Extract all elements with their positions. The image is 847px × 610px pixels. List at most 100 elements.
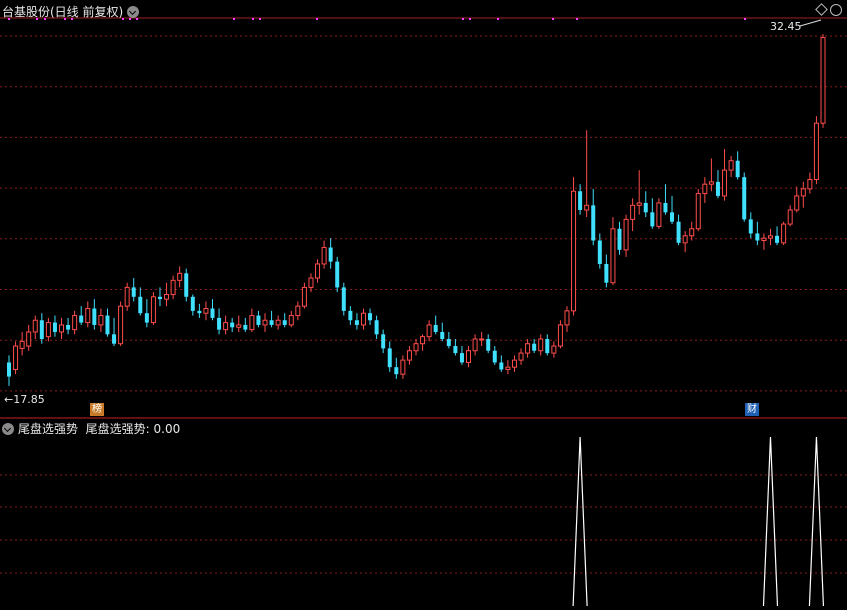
stock-title: 台基股份(日线 前复权) xyxy=(2,3,140,20)
candle-body xyxy=(715,181,720,196)
signal-marker xyxy=(462,18,464,20)
candle-body xyxy=(722,169,728,197)
badge-bang[interactable]: 榜 xyxy=(90,403,104,416)
candle-body xyxy=(807,179,813,190)
candle-body xyxy=(32,319,38,333)
candle-body xyxy=(275,319,281,326)
candle-body xyxy=(348,310,353,321)
candle-body xyxy=(597,240,602,264)
low-price-label: ←17.85 xyxy=(4,393,45,406)
candle-body xyxy=(354,320,359,325)
candle-body xyxy=(617,228,622,250)
candle-body xyxy=(7,362,11,377)
candle-body xyxy=(591,205,596,241)
candle-body xyxy=(236,324,242,328)
candle-body xyxy=(578,191,583,210)
candle-body xyxy=(387,348,392,368)
candle-body xyxy=(360,312,366,326)
candle-body xyxy=(413,343,419,352)
signal-marker xyxy=(744,18,746,20)
candle-body xyxy=(131,287,136,297)
candle-body xyxy=(92,308,97,325)
candle-body xyxy=(52,322,57,332)
candle-body xyxy=(479,338,485,341)
candle-body xyxy=(59,324,65,333)
candle-body xyxy=(85,308,91,324)
candle-body xyxy=(223,322,229,331)
candle-body xyxy=(656,202,662,227)
candle-body xyxy=(610,228,616,284)
candle-body xyxy=(511,359,517,368)
candle-body xyxy=(505,366,511,371)
candle-body xyxy=(820,37,826,124)
candle-body xyxy=(190,296,195,311)
candle-body xyxy=(170,279,176,295)
candle-body xyxy=(144,313,149,323)
candle-body xyxy=(341,287,346,311)
candle-body xyxy=(459,353,464,363)
candle-body xyxy=(217,317,222,330)
candle-body xyxy=(551,345,557,354)
candle-body xyxy=(775,235,780,243)
candle-body xyxy=(689,228,695,237)
signal-marker xyxy=(252,18,254,20)
chevron-down-icon[interactable] xyxy=(127,6,140,18)
candle-body xyxy=(800,188,806,197)
candle-body xyxy=(794,195,800,211)
candle-body xyxy=(682,235,688,244)
candle-body xyxy=(728,160,734,171)
indicator-name: 尾盘选强势 xyxy=(18,422,79,436)
candle-body xyxy=(164,293,170,300)
candle-body xyxy=(767,235,773,239)
candle-body xyxy=(256,315,261,325)
candle-body xyxy=(708,181,714,185)
signal-marker xyxy=(233,18,235,20)
candle-body xyxy=(636,202,642,206)
candle-body xyxy=(374,320,379,335)
candle-body xyxy=(295,305,301,317)
candle-body xyxy=(755,233,760,241)
candle-body xyxy=(571,190,577,312)
candle-body xyxy=(532,343,537,351)
candle-body xyxy=(39,320,44,340)
candle-body xyxy=(472,338,478,352)
candle-body xyxy=(492,350,497,363)
candle-body xyxy=(406,350,412,361)
candle-body xyxy=(466,350,472,363)
candle-body xyxy=(282,320,287,325)
signal-marker xyxy=(497,18,499,20)
candle-body xyxy=(564,310,570,326)
indicator-header: 尾盘选强势 尾盘选强势: 0.00 xyxy=(2,420,180,437)
candle-body xyxy=(335,261,340,288)
signal-marker xyxy=(576,18,578,20)
circle-icon[interactable] xyxy=(830,4,842,16)
candle-body xyxy=(138,296,143,314)
candle-body xyxy=(150,296,156,324)
candle-body xyxy=(499,362,504,370)
candle-body xyxy=(45,322,51,338)
candle-body xyxy=(695,193,701,230)
candle-body xyxy=(301,286,307,307)
candle-body xyxy=(210,308,215,318)
candle-body xyxy=(584,204,590,211)
candle-body xyxy=(197,310,202,314)
candle-body xyxy=(249,315,255,331)
badge-cai[interactable]: 财 xyxy=(745,403,759,416)
candle-body xyxy=(328,247,333,262)
candle-body xyxy=(604,263,609,283)
candle-body xyxy=(670,212,675,222)
stock-title-text: 台基股份(日线 前复权) xyxy=(2,5,124,19)
candle-body xyxy=(112,334,117,344)
candle-body xyxy=(650,212,655,227)
chevron-down-icon[interactable] xyxy=(2,423,14,435)
candle-body xyxy=(98,315,104,326)
candle-body xyxy=(748,219,753,234)
candle-body xyxy=(630,204,636,220)
candle-body xyxy=(781,223,787,244)
candle-body xyxy=(124,286,130,307)
candle-body xyxy=(308,277,314,288)
indicator-spike xyxy=(762,436,779,607)
candle-body xyxy=(203,308,209,314)
candle-body xyxy=(420,336,426,345)
candle-body xyxy=(368,313,373,321)
